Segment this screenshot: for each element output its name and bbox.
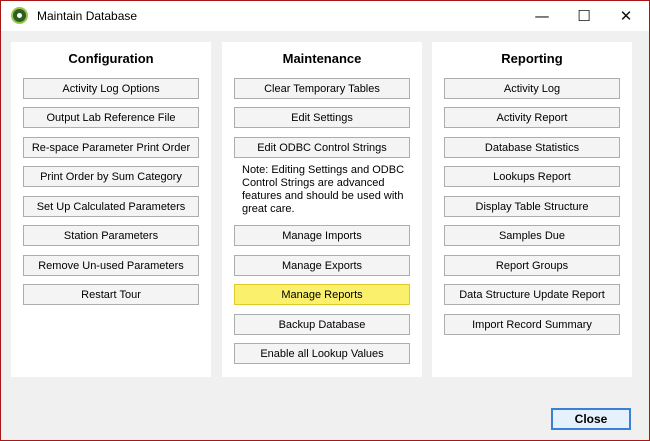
backup-database-button[interactable]: Backup Database — [234, 314, 410, 335]
display-table-structure-button[interactable]: Display Table Structure — [444, 196, 620, 217]
maintain-database-window: Maintain Database — ☐ ✕ Configuration Ac… — [0, 0, 650, 441]
data-structure-update-report-button[interactable]: Data Structure Update Report — [444, 284, 620, 305]
app-icon — [11, 7, 28, 24]
reporting-title: Reporting — [501, 51, 563, 66]
activity-report-button[interactable]: Activity Report — [444, 107, 620, 128]
activity-log-options-button[interactable]: Activity Log Options — [23, 78, 199, 99]
configuration-title: Configuration — [68, 51, 154, 66]
print-order-by-sum-category-button[interactable]: Print Order by Sum Category — [23, 166, 199, 187]
title-bar[interactable]: Maintain Database — ☐ ✕ — [1, 1, 649, 31]
minimize-button[interactable]: — — [519, 1, 565, 31]
maintenance-title: Maintenance — [282, 51, 362, 66]
maintenance-panel: Maintenance Clear Temporary Tables Edit … — [222, 42, 422, 377]
manage-imports-button[interactable]: Manage Imports — [234, 225, 410, 246]
set-up-calculated-parameters-button[interactable]: Set Up Calculated Parameters — [23, 196, 199, 217]
activity-log-button[interactable]: Activity Log — [444, 78, 620, 99]
manage-exports-button[interactable]: Manage Exports — [234, 255, 410, 276]
clear-temporary-tables-button[interactable]: Clear Temporary Tables — [234, 78, 410, 99]
output-lab-reference-file-button[interactable]: Output Lab Reference File — [23, 107, 199, 128]
station-parameters-button[interactable]: Station Parameters — [23, 225, 199, 246]
edit-odbc-control-strings-button[interactable]: Edit ODBC Control Strings — [234, 137, 410, 158]
configuration-panel: Configuration Activity Log Options Outpu… — [11, 42, 211, 377]
lookups-report-button[interactable]: Lookups Report — [444, 166, 620, 187]
enable-all-lookup-values-button[interactable]: Enable all Lookup Values — [234, 343, 410, 364]
maintenance-note: Note: Editing Settings and ODBC Control … — [242, 164, 405, 215]
samples-due-button[interactable]: Samples Due — [444, 225, 620, 246]
maximize-button[interactable]: ☐ — [561, 1, 607, 31]
respace-parameter-print-order-button[interactable]: Re-space Parameter Print Order — [23, 137, 199, 158]
import-record-summary-button[interactable]: Import Record Summary — [444, 314, 620, 335]
database-statistics-button[interactable]: Database Statistics — [444, 137, 620, 158]
window-title: Maintain Database — [37, 9, 138, 23]
close-window-button[interactable]: ✕ — [603, 1, 649, 31]
edit-settings-button[interactable]: Edit Settings — [234, 107, 410, 128]
report-groups-button[interactable]: Report Groups — [444, 255, 620, 276]
remove-unused-parameters-button[interactable]: Remove Un-used Parameters — [23, 255, 199, 276]
restart-tour-button[interactable]: Restart Tour — [23, 284, 199, 305]
manage-reports-button[interactable]: Manage Reports — [234, 284, 410, 305]
reporting-panel: Reporting Activity Log Activity Report D… — [432, 42, 632, 377]
close-button[interactable]: Close — [551, 408, 631, 430]
